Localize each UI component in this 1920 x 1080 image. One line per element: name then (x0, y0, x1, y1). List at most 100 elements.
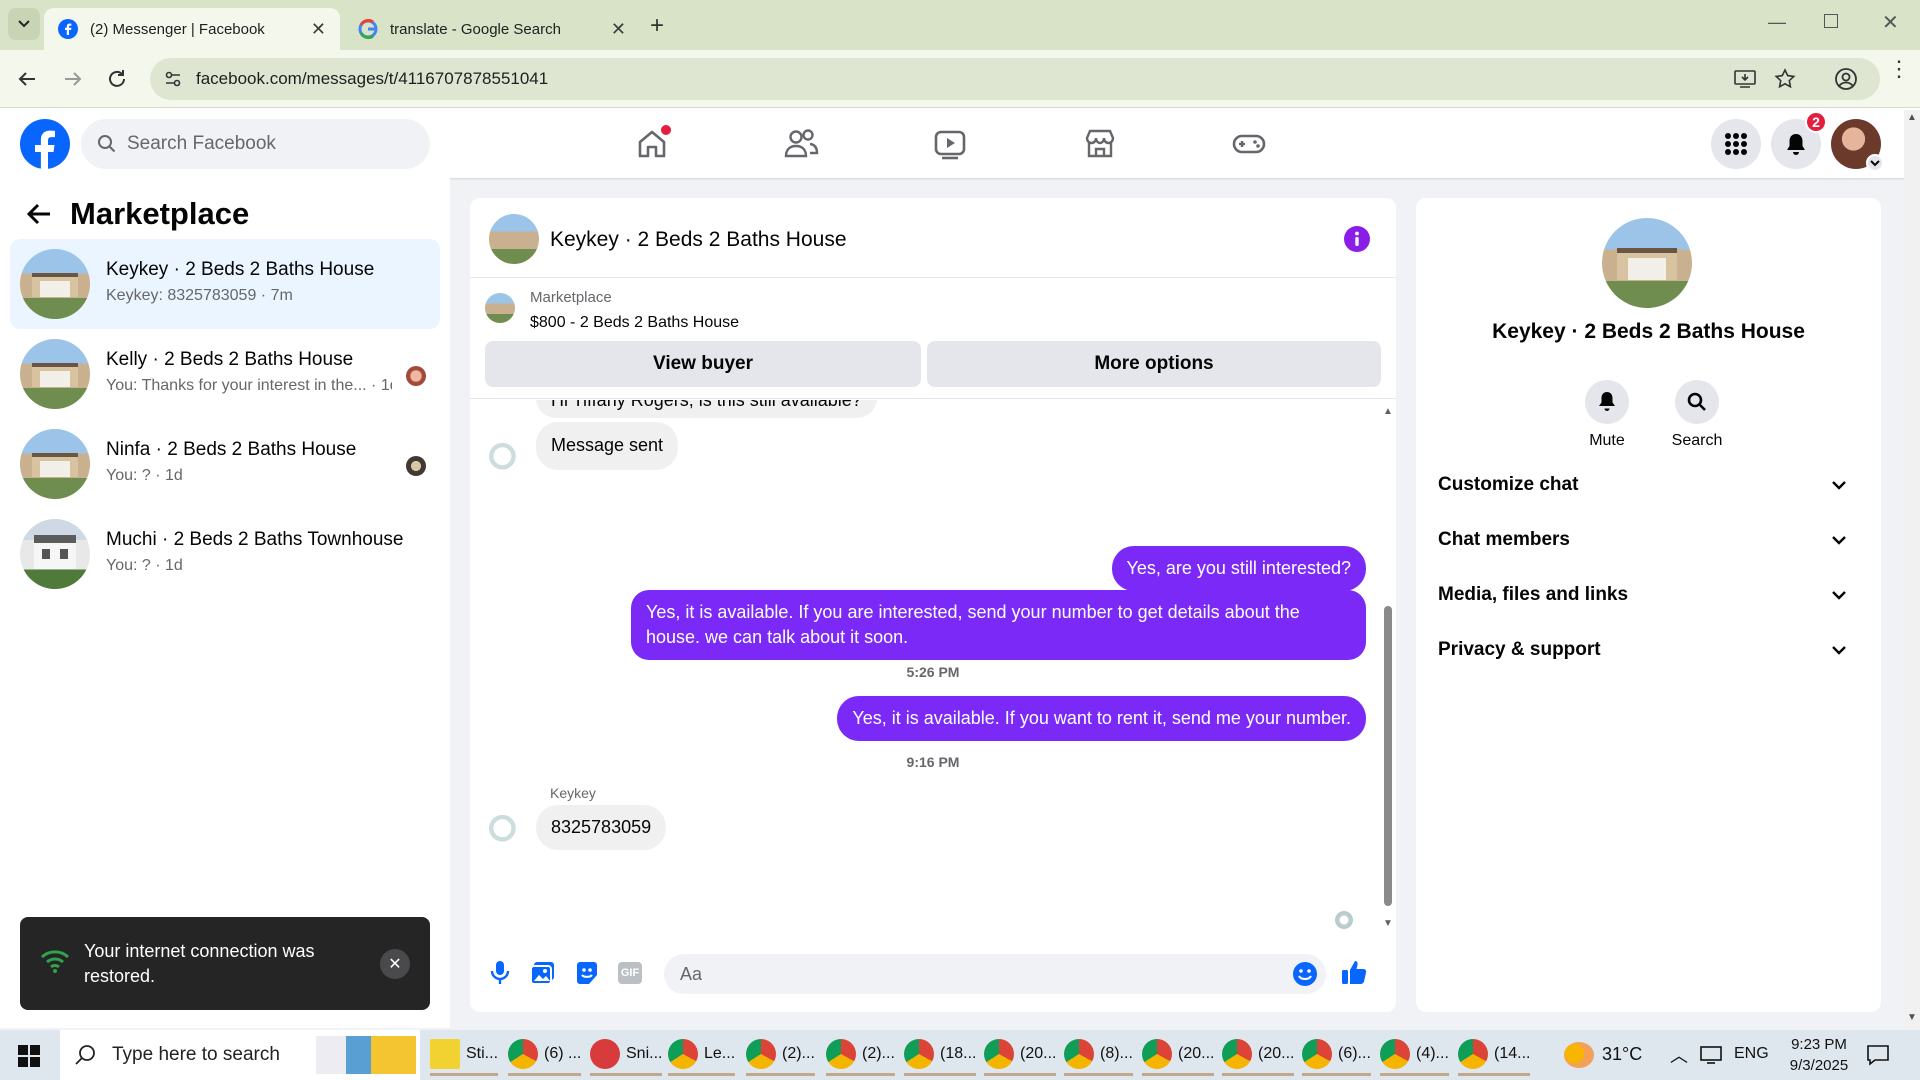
forward-arrow-icon[interactable] (62, 68, 84, 90)
taskbar-item-chrome[interactable]: (20... (984, 1034, 1057, 1076)
taskbar-item-chrome[interactable]: (6) ... (508, 1034, 582, 1076)
conversation-item-kelly[interactable]: Kelly · 2 Beds 2 Baths House You: Thanks… (10, 329, 440, 419)
restore-icon[interactable] (1824, 14, 1838, 28)
chrome-icon (1064, 1038, 1094, 1069)
scrollbar-thumb[interactable] (1384, 606, 1392, 906)
search-conversation-button[interactable] (1675, 380, 1719, 424)
taskbar-item-snipping-tool[interactable]: Sni... (590, 1034, 663, 1076)
close-tab-icon[interactable]: ✕ (611, 19, 626, 40)
section-customize-chat[interactable]: Customize chat (1438, 463, 1868, 507)
nav-marketplace[interactable] (1078, 122, 1122, 166)
nav-friends[interactable] (779, 122, 823, 166)
taskbar-item-sticky-notes[interactable]: Sti... (430, 1034, 499, 1076)
conversation-item-ninfa[interactable]: Ninfa · 2 Beds 2 Baths House You: ? · 1d (10, 419, 440, 509)
chat-avatar[interactable] (489, 214, 539, 264)
browser-tab-bar: (2) Messenger | Facebook ✕ translate - G… (0, 0, 1920, 50)
network-icon[interactable] (1700, 1045, 1722, 1065)
windows-start-icon[interactable] (18, 1045, 40, 1067)
nav-video[interactable] (928, 122, 972, 166)
taskbar-item-chrome[interactable]: (18... (904, 1034, 977, 1076)
taskbar-item-chrome[interactable]: Le... (668, 1034, 736, 1076)
install-app-icon[interactable] (1734, 69, 1756, 89)
taskbar-item-chrome[interactable]: (6)... (1302, 1034, 1371, 1076)
info-icon[interactable] (1344, 226, 1370, 252)
minimize-icon[interactable]: — (1768, 12, 1786, 33)
reload-icon[interactable] (106, 68, 128, 90)
language-indicator[interactable]: ENG (1734, 1045, 1769, 1063)
tab-google-search[interactable]: translate - Google Search ✕ (344, 8, 640, 50)
mute-button[interactable] (1585, 380, 1629, 424)
microphone-icon[interactable] (488, 960, 512, 986)
conversation-preview: You: Thanks for your interest in the... … (106, 377, 392, 394)
back-arrow-icon[interactable] (26, 202, 52, 226)
conversation-name: Ninfa · 2 Beds 2 Baths House (106, 439, 357, 460)
message-scrollbar[interactable]: ▲ ▼ (1382, 406, 1394, 936)
thumbs-up-icon[interactable] (1340, 958, 1368, 986)
scroll-down-icon[interactable]: ▼ (1383, 918, 1393, 929)
video-icon (934, 130, 966, 160)
scroll-down-icon[interactable]: ▼ (1907, 1012, 1917, 1023)
show-hidden-icons[interactable]: ︿ (1670, 1042, 1688, 1068)
page-scrollbar[interactable]: ▲ ▼ (1904, 110, 1920, 1028)
facebook-logo-icon[interactable] (19, 118, 71, 170)
browser-menu-icon[interactable]: ⋮ (1888, 58, 1910, 80)
emoji-icon[interactable] (1292, 961, 1318, 987)
taskbar-clock[interactable]: 9:23 PM 9/3/2025 (1774, 1034, 1864, 1076)
taskbar-item-chrome[interactable]: (2)... (826, 1034, 895, 1076)
taskbar-item-chrome[interactable]: (14... (1458, 1034, 1531, 1076)
chevron-down-icon (1832, 481, 1846, 490)
menu-button[interactable] (1711, 119, 1761, 169)
chat-header: Keykey · 2 Beds 2 Baths House (470, 198, 1396, 278)
home-icon (638, 125, 671, 158)
taskbar-item-chrome[interactable]: (2)... (746, 1034, 815, 1076)
back-arrow-icon[interactable] (16, 68, 38, 90)
sticky-notes-icon (430, 1038, 460, 1069)
conversation-preview: Keykey: 8325783059 · 7m (106, 287, 293, 304)
more-options-button[interactable]: More options (927, 341, 1381, 387)
read-receipt-avatar (1335, 911, 1353, 929)
photo-icon[interactable] (530, 960, 556, 986)
address-bar[interactable]: facebook.com/messages/t/4116707878551041 (150, 58, 1880, 100)
sticker-icon[interactable] (574, 960, 600, 986)
section-media-files-links[interactable]: Media, files and links (1438, 573, 1868, 617)
friends-icon (784, 129, 819, 158)
listing-title[interactable]: $800 - 2 Beds 2 Baths House (530, 314, 739, 332)
taskbar-item-chrome[interactable]: (20... (1142, 1034, 1215, 1076)
nav-home[interactable] (630, 122, 674, 166)
weather-icon[interactable] (1564, 1042, 1594, 1068)
site-info-icon[interactable] (164, 70, 182, 88)
tab-messenger[interactable]: (2) Messenger | Facebook ✕ (44, 8, 340, 50)
taskbar-item-chrome[interactable]: (20... (1222, 1034, 1295, 1076)
nav-gaming[interactable] (1227, 122, 1271, 166)
message-input[interactable]: Aa (664, 954, 1326, 994)
tab-search-dropdown[interactable] (8, 8, 40, 40)
notification-center-icon[interactable] (1866, 1044, 1890, 1066)
section-chat-members[interactable]: Chat members (1438, 518, 1868, 562)
scroll-up-icon[interactable]: ▲ (1907, 112, 1917, 123)
close-toast-icon[interactable]: ✕ (380, 949, 410, 979)
profile-icon[interactable] (1834, 67, 1858, 91)
chrome-icon (508, 1038, 538, 1069)
view-buyer-button[interactable]: View buyer (485, 341, 921, 387)
gif-icon[interactable]: GIF (618, 962, 642, 984)
chrome-icon (746, 1038, 776, 1069)
facebook-search-input[interactable]: Search Facebook (81, 119, 430, 169)
new-tab-icon[interactable]: + (650, 12, 664, 40)
taskbar-search-input[interactable]: Type here to search (60, 1030, 420, 1080)
bookmark-star-icon[interactable] (1774, 68, 1796, 90)
conversation-item-muchi[interactable]: Muchi · 2 Beds 2 Baths Townhouse You: ? … (10, 509, 440, 599)
temperature-text[interactable]: 31°C (1602, 1044, 1642, 1065)
close-tab-icon[interactable]: ✕ (311, 19, 326, 40)
notifications-button[interactable]: 2 (1771, 111, 1827, 169)
taskbar-item-chrome[interactable]: (4)... (1380, 1034, 1449, 1076)
close-window-icon[interactable]: ✕ (1882, 10, 1899, 35)
message-incoming: Hi Tiffany Rogers, is this still availab… (536, 400, 877, 418)
taskbar-item-chrome[interactable]: (8)... (1064, 1034, 1133, 1076)
account-avatar[interactable] (1831, 119, 1884, 172)
chat-title[interactable]: Keykey · 2 Beds 2 Baths House (550, 228, 847, 252)
windows-taskbar: Type here to search Sti... (6) ... Sni..… (0, 1030, 1920, 1080)
conversation-item-keykey[interactable]: Keykey · 2 Beds 2 Baths House Keykey: 83… (10, 239, 440, 329)
scroll-up-icon[interactable]: ▲ (1383, 406, 1393, 417)
section-privacy-support[interactable]: Privacy & support (1438, 628, 1868, 672)
conversation-name: Keykey · 2 Beds 2 Baths House (106, 259, 375, 280)
